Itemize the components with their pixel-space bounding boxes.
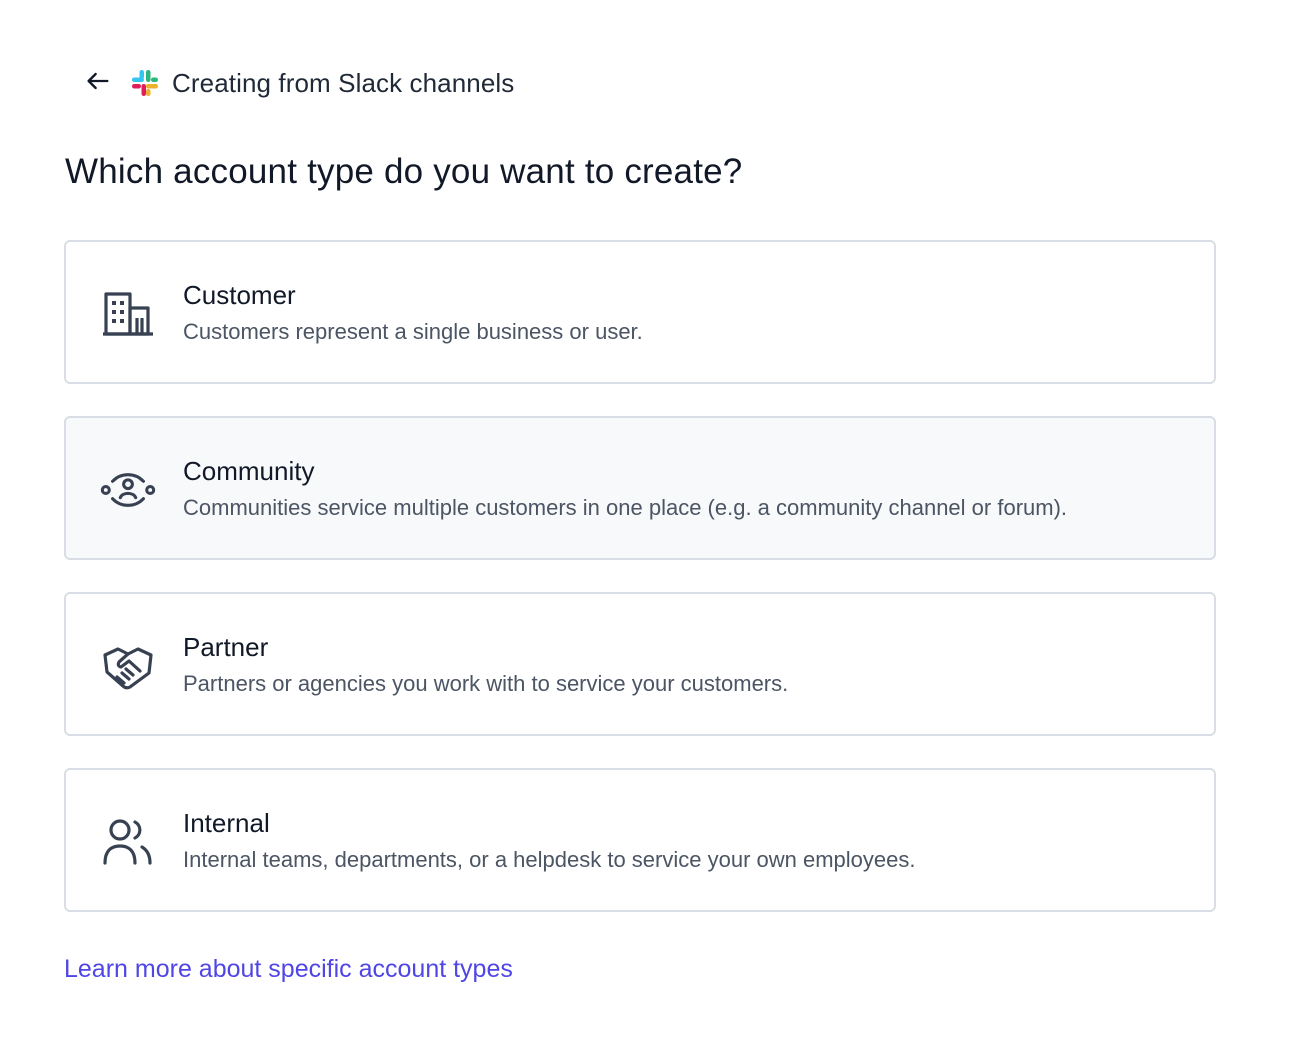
arrow-left-icon: [84, 67, 112, 100]
card-title: Customer: [183, 280, 296, 310]
learn-more-link[interactable]: Learn more about specific account types: [64, 955, 513, 984]
building-icon: [100, 286, 156, 342]
card-description: Internal teams, departments, or a helpde…: [183, 847, 916, 872]
account-type-card-partner[interactable]: Partner Partners or agencies you work wi…: [64, 592, 1216, 736]
page-title: Which account type do you want to create…: [65, 152, 743, 191]
account-type-card-internal[interactable]: Internal Internal teams, departments, or…: [64, 768, 1216, 912]
page: Creating from Slack channels Which accou…: [0, 0, 1302, 1064]
card-text: Community Communities service multiple c…: [183, 454, 1067, 522]
account-type-card-community[interactable]: Community Communities service multiple c…: [64, 416, 1216, 560]
handshake-icon: [100, 638, 156, 694]
users-icon: [100, 814, 156, 870]
back-button[interactable]: [80, 65, 116, 101]
card-text: Customer Customers represent a single bu…: [183, 278, 643, 346]
account-type-list: Customer Customers represent a single bu…: [64, 240, 1216, 944]
account-type-card-customer[interactable]: Customer Customers represent a single bu…: [64, 240, 1216, 384]
card-text: Partner Partners or agencies you work wi…: [183, 630, 788, 698]
card-description: Customers represent a single business or…: [183, 319, 643, 344]
slack-logo-icon: [129, 67, 161, 99]
card-description: Communities service multiple customers i…: [183, 495, 1068, 520]
card-title: Internal: [183, 808, 270, 838]
card-title: Partner: [183, 632, 269, 662]
community-icon: [100, 462, 156, 518]
page-breadcrumb-title: Creating from Slack channels: [172, 67, 515, 98]
card-title: Community: [183, 456, 315, 486]
card-description: Partners or agencies you work with to se…: [183, 671, 789, 696]
header: Creating from Slack channels: [80, 62, 514, 104]
card-text: Internal Internal teams, departments, or…: [183, 806, 915, 874]
